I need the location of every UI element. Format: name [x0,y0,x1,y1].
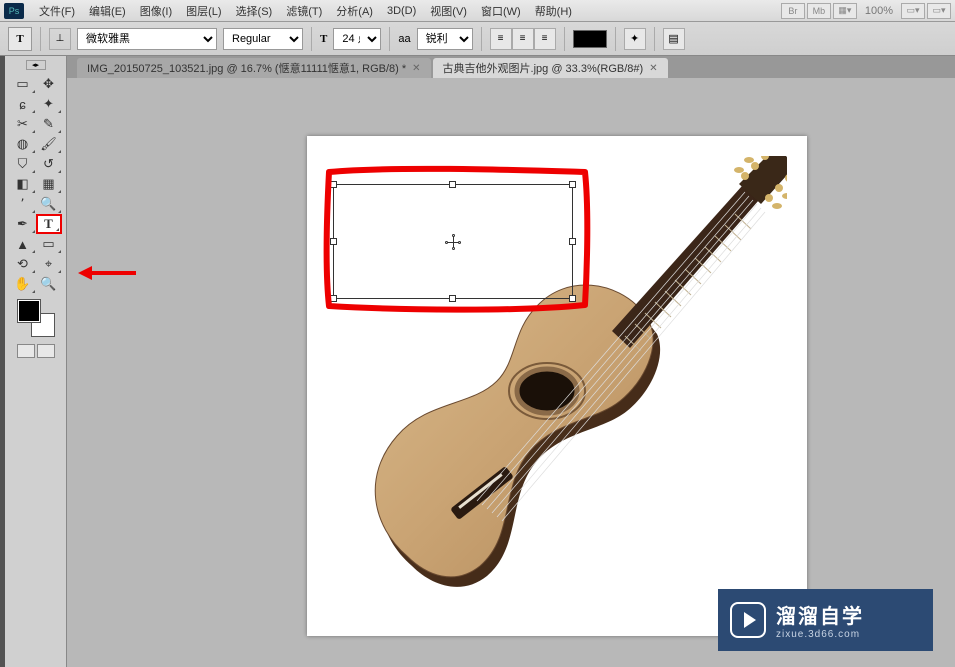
quickmask-mode-button[interactable] [37,344,55,358]
path-select-tool[interactable]: ▲ [10,234,36,254]
menu-analysis[interactable]: 分析(A) [329,3,380,19]
menu-select[interactable]: 选择(S) [229,3,280,19]
color-swatches[interactable] [18,300,54,336]
annotation-arrow [78,263,138,283]
document-tab[interactable]: IMG_20150725_103521.jpg @ 16.7% (惬意11111… [77,58,431,78]
close-icon[interactable]: ✕ [649,63,657,74]
play-icon [730,602,766,638]
lasso-tool[interactable]: ɕ [10,94,36,114]
annotation-red-box [317,160,597,315]
menu-image[interactable]: 图像(I) [133,3,179,19]
text-align-group: ≡ ≡ ≡ [490,28,556,50]
standard-mode-button[interactable] [17,344,35,358]
align-right-button[interactable]: ≡ [534,28,556,50]
menu-file[interactable]: 文件(F) [32,3,82,19]
document-canvas[interactable] [307,136,807,636]
hand-tool[interactable]: ✋ [10,274,36,294]
antialias-label: aa [398,33,410,45]
font-style-select[interactable]: Regular [223,28,303,50]
marquee-tool[interactable]: ▭ [10,74,36,94]
tool-panel: ◂▸ ▭ ✥ ɕ ✦ ✂ ✎ ◍ 🖌 ⛉ ↺ ◧ ▦ ՚ 🔍 ✒ T ▲ ▭ ⟲… [5,56,67,667]
gradient-tool[interactable]: ▦ [36,174,62,194]
menu-window[interactable]: 窗口(W) [474,3,528,19]
document-tabs: IMG_20150725_103521.jpg @ 16.7% (惬意11111… [67,56,955,78]
type-tool[interactable]: T [36,214,62,234]
dodge-tool[interactable]: 🔍 [36,194,62,214]
zoom-level[interactable]: 100% [859,5,899,17]
3d-camera-tool[interactable]: ⌖ [36,254,62,274]
tab-label: IMG_20150725_103521.jpg @ 16.7% (惬意11111… [87,60,406,76]
pen-tool[interactable]: ✒ [10,214,36,234]
screen-mode-icon[interactable]: ▦▾ [833,3,857,19]
text-orientation-toggle[interactable]: ⊥ [49,28,71,50]
font-size-select[interactable]: 24 点 [333,28,381,50]
brush-tool[interactable]: 🖌 [36,134,62,154]
menu-help[interactable]: 帮助(H) [528,3,579,19]
3d-tool[interactable]: ⟲ [10,254,36,274]
app-logo: Ps [4,3,24,19]
tab-label: 古典吉他外观图片.jpg @ 33.3%(RGB/8#) [443,60,644,76]
font-size-icon: T [320,33,327,45]
foreground-color[interactable] [18,300,40,322]
character-panel-button[interactable]: ▤ [663,28,685,50]
menu-3d[interactable]: 3D(D) [380,5,423,17]
menu-edit[interactable]: 编辑(E) [82,3,133,19]
move-tool[interactable]: ✥ [36,74,62,94]
workspace-icon[interactable]: ▭▾ [927,3,951,19]
menu-filter[interactable]: 滤镜(T) [279,3,329,19]
options-bar: T ⊥ 微软雅黑 Regular T 24 点 aa 锐利 ≡ ≡ ≡ ✦ ▤ [0,22,955,56]
panel-collapse-toggle[interactable]: ◂▸ [26,60,46,70]
shape-tool[interactable]: ▭ [36,234,62,254]
stamp-tool[interactable]: ⛉ [10,154,36,174]
heal-tool[interactable]: ◍ [10,134,36,154]
warp-text-button[interactable]: ✦ [624,28,646,50]
watermark-url: zixue.3d66.com [776,629,864,640]
blur-tool[interactable]: ՚ [10,194,36,214]
menubar: Ps 文件(F) 编辑(E) 图像(I) 图层(L) 选择(S) 滤镜(T) 分… [0,0,955,22]
eyedropper-tool[interactable]: ✎ [36,114,62,134]
watermark: 溜溜自学 zixue.3d66.com [718,589,933,651]
document-tab[interactable]: 古典吉他外观图片.jpg @ 33.3%(RGB/8#) ✕ [433,58,668,78]
antialias-select[interactable]: 锐利 [417,28,473,50]
close-icon[interactable]: ✕ [412,63,420,74]
menu-layer[interactable]: 图层(L) [179,3,228,19]
canvas-area: IMG_20150725_103521.jpg @ 16.7% (惬意11111… [67,56,955,667]
history-brush-tool[interactable]: ↺ [36,154,62,174]
mask-mode-group [17,344,55,358]
bridge-icon[interactable]: Br [781,3,805,19]
font-family-select[interactable]: 微软雅黑 [77,28,217,50]
align-left-button[interactable]: ≡ [490,28,512,50]
align-center-button[interactable]: ≡ [512,28,534,50]
text-color-swatch[interactable] [573,30,607,48]
eraser-tool[interactable]: ◧ [10,174,36,194]
crop-tool[interactable]: ✂ [10,114,36,134]
menu-view[interactable]: 视图(V) [423,3,474,19]
minibridge-icon[interactable]: Mb [807,3,831,19]
watermark-title: 溜溜自学 [776,600,864,629]
wand-tool[interactable]: ✦ [36,94,62,114]
arrange-icon[interactable]: ▭▾ [901,3,925,19]
zoom-tool[interactable]: 🔍 [36,274,62,294]
active-tool-indicator[interactable]: T [8,27,32,51]
